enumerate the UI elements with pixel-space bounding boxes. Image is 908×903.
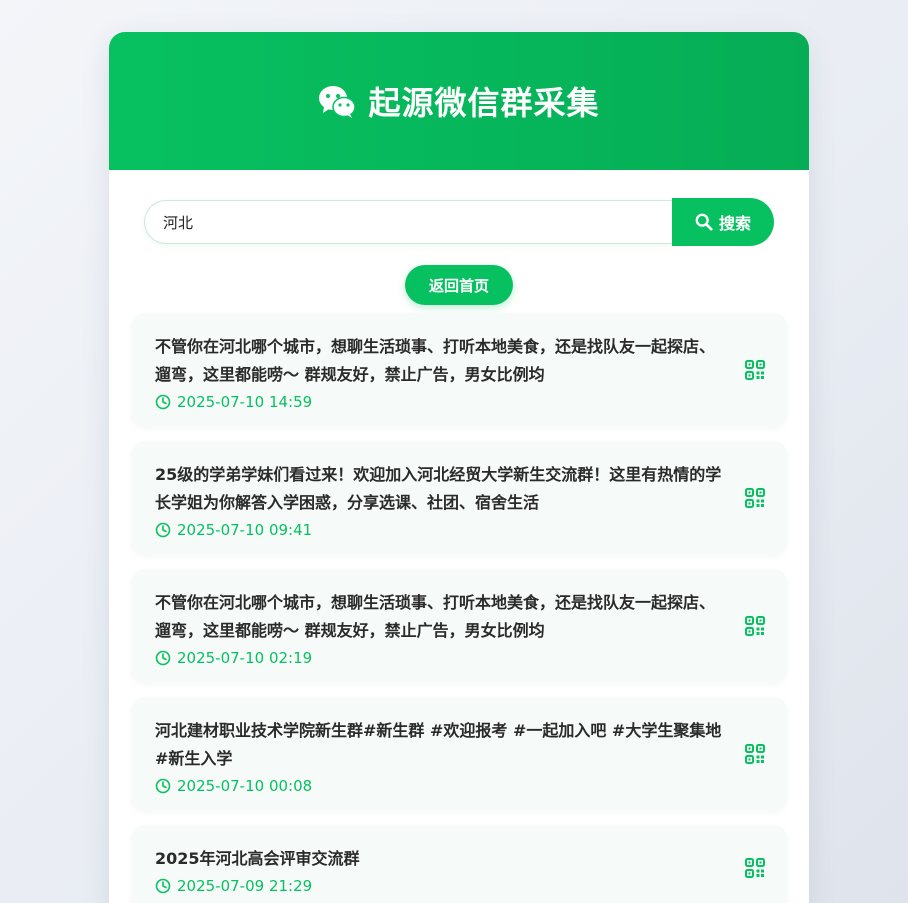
qrcode-icon[interactable] [745,616,765,636]
group-time-text: 2025-07-10 14:59 [177,393,313,411]
group-time: 2025-07-10 00:08 [155,777,727,795]
group-time: 2025-07-10 09:41 [155,521,727,539]
clock-icon [155,778,171,794]
group-time-text: 2025-07-10 00:08 [177,777,313,795]
group-time: 2025-07-09 21:29 [155,877,727,895]
search-icon [695,213,713,231]
group-item[interactable]: 25级的学弟学妹们看过来！欢迎加入河北经贸大学新生交流群！这里有热情的学长学姐为… [131,441,787,555]
wechat-icon [319,86,357,118]
group-list: 不管你在河北哪个城市，想聊生活琐事、打听本地美食，还是找队友一起探店、遛弯，这里… [131,313,787,903]
group-time-text: 2025-07-10 02:19 [177,649,313,667]
clock-icon [155,394,171,410]
page-title: 起源微信群采集 [368,84,600,122]
main-card: 起源微信群采集 搜索 返回首页 不管你在河北哪个城市，想聊生活琐事、打听本地美食… [109,32,809,903]
clock-icon [155,878,171,894]
group-time: 2025-07-10 14:59 [155,393,727,411]
clock-icon [155,522,171,538]
group-title[interactable]: 25级的学弟学妹们看过来！欢迎加入河北经贸大学新生交流群！这里有热情的学长学姐为… [155,461,727,517]
home-button[interactable]: 返回首页 [405,265,513,305]
group-item[interactable]: 2025年河北高会评审交流群 2025-07-09 21:29 [131,825,787,903]
group-item[interactable]: 不管你在河北哪个城市，想聊生活琐事、打听本地美食，还是找队友一起探店、遛弯，这里… [131,569,787,683]
group-time-text: 2025-07-10 09:41 [177,521,313,539]
home-button-label: 返回首页 [428,276,489,295]
qrcode-icon[interactable] [745,360,765,380]
group-title[interactable]: 河北建材职业技术学院新生群#新生群 #欢迎报考 #一起加入吧 #大学生聚集地 #… [155,717,727,773]
clock-icon [155,650,171,666]
group-item[interactable]: 河北建材职业技术学院新生群#新生群 #欢迎报考 #一起加入吧 #大学生聚集地 #… [131,697,787,811]
search-bar: 搜索 [144,198,774,246]
page-header: 起源微信群采集 [109,32,809,170]
group-time: 2025-07-10 02:19 [155,649,727,667]
group-title[interactable]: 2025年河北高会评审交流群 [155,845,727,873]
qrcode-icon[interactable] [745,488,765,508]
qrcode-icon[interactable] [745,744,765,764]
qrcode-icon[interactable] [745,858,765,878]
search-button[interactable]: 搜索 [672,198,774,246]
search-input[interactable] [144,200,672,244]
group-title[interactable]: 不管你在河北哪个城市，想聊生活琐事、打听本地美食，还是找队友一起探店、遛弯，这里… [155,589,727,645]
group-title[interactable]: 不管你在河北哪个城市，想聊生活琐事、打听本地美食，还是找队友一起探店、遛弯，这里… [155,333,727,389]
group-time-text: 2025-07-09 21:29 [177,877,313,895]
group-item[interactable]: 不管你在河北哪个城市，想聊生活琐事、打听本地美食，还是找队友一起探店、遛弯，这里… [131,313,787,427]
search-button-label: 搜索 [718,214,751,233]
